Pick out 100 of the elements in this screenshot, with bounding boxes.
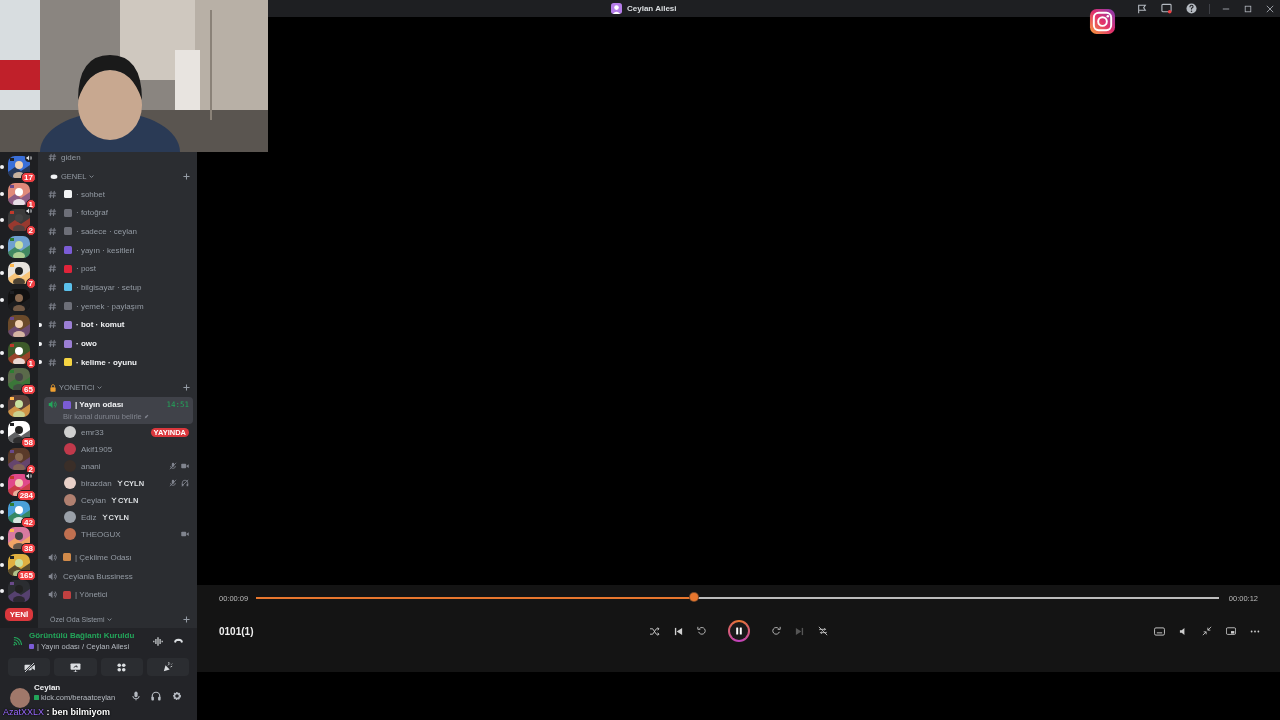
mention-badge: 2 <box>25 225 36 236</box>
voice-channel[interactable]: | Çekilme Odası <box>44 548 193 567</box>
screen-share-icon <box>69 662 81 672</box>
voice-channel[interactable]: | Yönetici <box>44 585 193 605</box>
plus-icon[interactable] <box>183 384 190 392</box>
user-name[interactable]: THEOGUX <box>81 529 121 539</box>
hash-icon <box>48 301 57 311</box>
hash-icon <box>48 339 57 349</box>
more-icon[interactable] <box>1250 629 1260 633</box>
user-name[interactable]: Ediz <box>81 512 97 522</box>
user-name[interactable]: birazdan <box>81 478 112 488</box>
hash-icon <box>48 208 57 218</box>
user-name: Ceylan <box>34 683 62 692</box>
channel-name[interactable]: · bilgisayar · setup <box>76 282 142 292</box>
settings-icon[interactable] <box>172 690 182 701</box>
hash-icon <box>48 245 57 255</box>
mini-player-icon[interactable] <box>1226 626 1236 636</box>
channel-name: | Yönetici <box>75 590 108 600</box>
speaker-icon <box>48 400 57 410</box>
mention-badge: 65 <box>21 384 36 395</box>
mention-badge: 284 <box>16 490 36 501</box>
tag-icon <box>101 514 108 521</box>
seek-thumb[interactable] <box>690 593 699 601</box>
user-name[interactable]: Ceylan <box>81 495 106 505</box>
pencil-icon[interactable] <box>143 413 149 419</box>
grid-icon <box>117 662 127 672</box>
fast-forward-icon[interactable] <box>771 626 781 636</box>
activities-button[interactable] <box>100 658 143 676</box>
channel-name: | Yayın odası <box>75 400 124 410</box>
mention-badge: 38 <box>21 543 36 554</box>
waveform-icon[interactable] <box>153 636 163 646</box>
close-icon[interactable] <box>1266 4 1274 13</box>
headset-icon[interactable] <box>151 690 161 701</box>
speaker-icon <box>48 590 57 600</box>
previous-icon[interactable] <box>674 626 683 636</box>
plus-icon[interactable] <box>183 173 190 181</box>
collapse-icon[interactable] <box>1202 626 1212 636</box>
channel-name[interactable]: · yayın · kesitleri <box>76 245 135 255</box>
screen-share-button[interactable] <box>54 658 97 676</box>
pause-icon <box>735 627 743 635</box>
shuffle-icon[interactable] <box>649 626 660 636</box>
speaker-icon <box>48 552 57 562</box>
window-title: Ceylan Ailesi <box>627 4 677 13</box>
chat-message: : ben bilmiyom <box>46 707 111 717</box>
track-title: 0101(1) <box>219 625 255 637</box>
hash-icon <box>48 152 57 162</box>
maximize-icon[interactable] <box>1244 4 1252 13</box>
server-icon <box>611 3 622 14</box>
hash-icon <box>48 357 57 367</box>
soundboard-icon <box>162 662 173 672</box>
soundboard-button[interactable] <box>146 658 189 676</box>
rewind-icon[interactable] <box>697 626 707 636</box>
user-name[interactable]: anani <box>81 461 101 471</box>
chevron-icon <box>97 385 103 391</box>
mention-badge: 165 <box>16 569 36 581</box>
camera-button[interactable] <box>8 658 51 676</box>
repeat-off-icon[interactable] <box>818 626 828 636</box>
signal-icon <box>13 636 22 646</box>
status-icon <box>34 695 39 700</box>
mention-badge: 17 <box>21 172 36 183</box>
channel-name[interactable]: · sadece · ceylan <box>76 226 137 236</box>
user-name[interactable]: Akif1905 <box>81 444 113 454</box>
tag-icon <box>110 497 117 504</box>
speech-bubble-icon <box>50 173 58 180</box>
mention-badge: 58 <box>21 437 36 448</box>
chat-username: AzatXXLX <box>3 707 45 717</box>
hash-icon <box>48 226 57 236</box>
hash-icon <box>48 320 57 330</box>
new-badge[interactable]: YENİ <box>3 606 35 622</box>
chevron-icon <box>107 616 113 622</box>
hang-up-icon[interactable] <box>173 636 184 644</box>
connection-status: Görüntülü Bağlantı Kuruldu <box>29 631 135 640</box>
channel-name[interactable]: · sohbet <box>76 189 105 199</box>
help-icon[interactable] <box>1186 3 1197 14</box>
voice-channel[interactable]: Ceylanla Bussiness <box>44 566 193 586</box>
tag-icon <box>116 480 123 487</box>
channel-name[interactable]: · owo <box>76 339 97 349</box>
user-name[interactable]: emr33 <box>81 427 104 437</box>
chevron-icon <box>89 174 95 180</box>
camera-icon <box>23 662 35 672</box>
channel-name: | Çekilme Odası <box>75 552 132 562</box>
hash-icon <box>48 264 57 274</box>
flag-icon[interactable] <box>1137 3 1147 14</box>
channel-name[interactable]: · post <box>76 264 96 274</box>
hash-icon <box>48 189 57 199</box>
hash-icon <box>48 282 57 292</box>
lock-icon <box>50 383 56 392</box>
plus-icon[interactable] <box>183 615 190 623</box>
mention-badge: 1 <box>25 357 36 369</box>
channel-name[interactable]: · fotoğraf <box>76 208 108 218</box>
speaker-icon <box>48 571 57 581</box>
play-pause-button[interactable] <box>728 620 750 642</box>
channel-name[interactable]: · yemek · paylaşım <box>76 301 144 311</box>
subtitles-icon[interactable] <box>1154 626 1165 636</box>
screen-icon[interactable] <box>1161 3 1172 14</box>
microphone-icon[interactable] <box>132 690 140 701</box>
avatar[interactable] <box>10 688 30 708</box>
channel-name[interactable]: · bot · komut <box>76 320 125 330</box>
channel-name[interactable]: giden <box>61 152 81 162</box>
channel-name[interactable]: · kelime · oyunu <box>76 357 137 367</box>
